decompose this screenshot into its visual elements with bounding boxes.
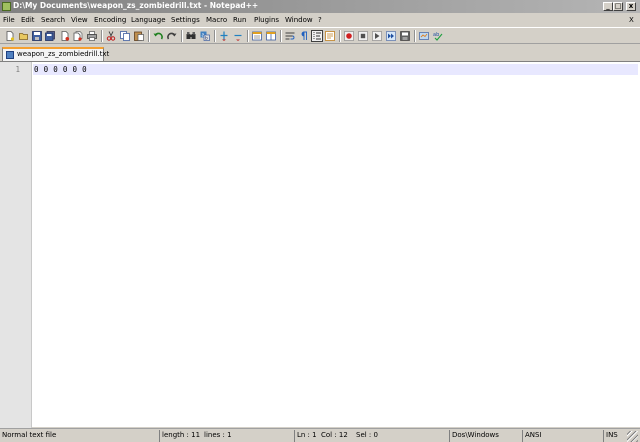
close-all-icon[interactable] [72, 30, 84, 42]
document-icon [6, 51, 14, 59]
close-icon[interactable] [59, 30, 71, 42]
close-document-button[interactable]: X [629, 16, 634, 24]
word-wrap-icon[interactable] [284, 30, 296, 42]
toolbar-separator [148, 30, 149, 42]
status-sel: Sel : 0 [356, 431, 378, 439]
spellcheck-icon[interactable]: ab [432, 30, 444, 42]
resize-grip[interactable] [627, 431, 638, 442]
toolbar-separator [339, 30, 340, 42]
record-macro-icon[interactable] [343, 30, 355, 42]
run-macro-multiple-icon[interactable] [385, 30, 397, 42]
menu-language[interactable]: Language [131, 16, 166, 24]
toolbar-separator [101, 30, 102, 42]
status-file-type: Normal text file [2, 431, 57, 439]
notepad-plus-plus-icon[interactable] [2, 2, 11, 11]
status-col: Col : 12 [321, 431, 348, 439]
status-ln: Ln : 1 [294, 430, 318, 442]
redo-icon[interactable] [166, 30, 178, 42]
replace-icon[interactable]: ab [199, 30, 211, 42]
menu-window[interactable]: Window [285, 16, 313, 24]
menu-settings[interactable]: Settings [171, 16, 200, 24]
tab-label: weapon_zs_zombiedrill.txt [17, 50, 110, 58]
status-lines: lines : 1 [204, 431, 232, 439]
line-number-gutter[interactable]: 1 [0, 62, 32, 428]
find-icon[interactable] [185, 30, 197, 42]
cut-icon[interactable] [105, 30, 117, 42]
menu-run[interactable]: Run [233, 16, 246, 24]
status-bar: Normal text file length : 11 lines : 1 L… [0, 428, 640, 442]
svg-text:b: b [205, 36, 208, 42]
sync-vertical-icon[interactable] [251, 30, 263, 42]
save-all-icon[interactable] [44, 30, 56, 42]
toolbar-separator [214, 30, 215, 42]
undo-icon[interactable] [152, 30, 164, 42]
editor-line-text[interactable]: 0 0 0 0 0 0 [34, 65, 87, 74]
new-file-icon[interactable] [4, 30, 16, 42]
menu-view[interactable]: View [71, 16, 88, 24]
save-macro-icon[interactable] [399, 30, 411, 42]
toolbar-separator [280, 30, 281, 42]
svg-text:ab: ab [433, 32, 439, 38]
status-insert-mode: INS [603, 430, 625, 442]
minimize-button[interactable]: _ [603, 2, 613, 11]
status-encoding: ANSI [522, 430, 602, 442]
maximize-button[interactable]: □ [613, 2, 623, 11]
menu-file[interactable]: File [3, 16, 15, 24]
sync-horizontal-icon[interactable] [265, 30, 277, 42]
menu-plugins[interactable]: Plugins [254, 16, 279, 24]
current-line-highlight [33, 64, 638, 75]
menu-help[interactable]: ? [318, 16, 322, 24]
close-window-button[interactable]: x [626, 2, 636, 11]
line-number: 1 [15, 65, 20, 74]
menu-search[interactable]: Search [41, 16, 65, 24]
tab-bar: weapon_zs_zombiedrill.txt [0, 45, 640, 61]
toolbar-separator [181, 30, 182, 42]
menu-bar: File Edit Search View Encoding Language … [0, 14, 640, 26]
status-eol-format: Dos\Windows [449, 430, 522, 442]
menu-edit[interactable]: Edit [21, 16, 35, 24]
show-all-chars-icon[interactable] [298, 30, 310, 42]
toolbar-separator [414, 30, 415, 42]
toolbar-separator [247, 30, 248, 42]
indent-guide-icon[interactable] [311, 30, 323, 42]
tab-weapon-zs-zombiedrill[interactable]: weapon_zs_zombiedrill.txt [2, 47, 109, 61]
title-bar: D:\My Documents\weapon_zs_zombiedrill.tx… [0, 0, 640, 13]
zoom-out-icon[interactable] [232, 30, 244, 42]
toolbar: ab ab [0, 27, 640, 44]
copy-icon[interactable] [119, 30, 131, 42]
user-language-icon[interactable] [324, 30, 336, 42]
print-icon[interactable] [86, 30, 98, 42]
menu-macro[interactable]: Macro [206, 16, 227, 24]
menu-encoding[interactable]: Encoding [94, 16, 126, 24]
zoom-in-icon[interactable] [218, 30, 230, 42]
save-icon[interactable] [31, 30, 43, 42]
play-macro-icon[interactable] [371, 30, 383, 42]
editor-area[interactable]: 1 0 0 0 0 0 0 [0, 61, 640, 428]
status-length: length : 11 [159, 430, 201, 442]
stop-record-icon[interactable] [357, 30, 369, 42]
window-title: D:\My Documents\weapon_zs_zombiedrill.tx… [13, 1, 259, 10]
launch-browser-icon[interactable] [418, 30, 430, 42]
paste-icon[interactable] [133, 30, 145, 42]
open-file-icon[interactable] [18, 30, 30, 42]
